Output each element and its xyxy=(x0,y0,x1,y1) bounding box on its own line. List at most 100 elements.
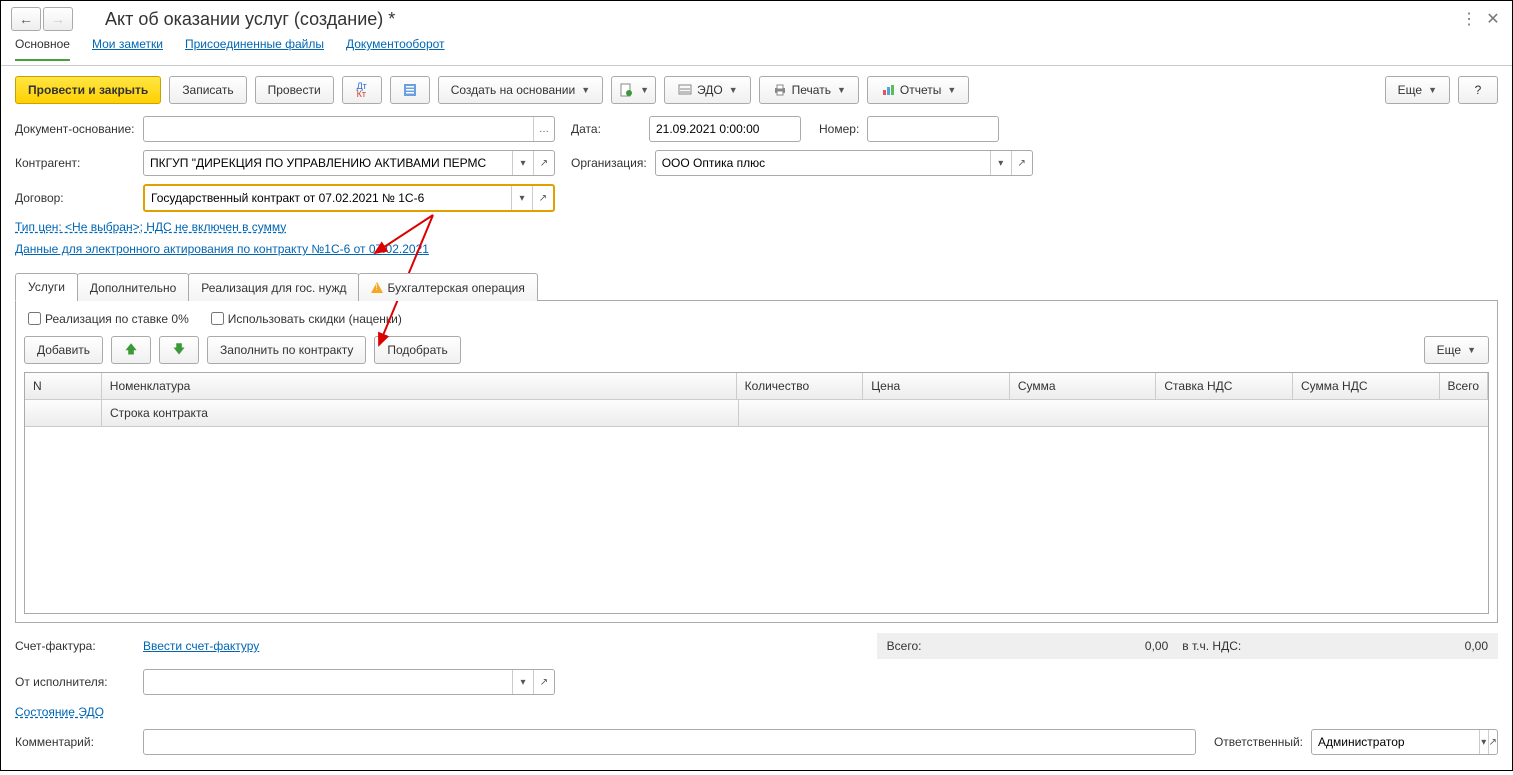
edo-state-link[interactable]: Состояние ЭДО xyxy=(15,705,104,719)
chevron-down-icon[interactable]: ▾ xyxy=(512,151,533,175)
page-title: Акт об оказании услуг (создание) * xyxy=(105,9,1454,30)
reports-button[interactable]: Отчеты▼ xyxy=(867,76,969,104)
chevron-down-icon[interactable]: ▾ xyxy=(512,670,533,694)
fill-by-contract-button[interactable]: Заполнить по контракту xyxy=(207,336,366,364)
subnav-docflow[interactable]: Документооборот xyxy=(346,37,445,61)
price-type-link[interactable]: Тип цен: <Не выбран>; НДС не включен в с… xyxy=(15,220,286,234)
warning-icon xyxy=(371,282,383,293)
more-button[interactable]: Еще▼ xyxy=(1385,76,1450,104)
services-grid[interactable]: N Номенклатура Количество Цена Сумма Ста… xyxy=(24,372,1489,614)
zero-rate-checkbox[interactable]: Реализация по ставке 0% xyxy=(24,309,189,328)
edo-button[interactable]: ЭДО▼ xyxy=(664,76,751,104)
list-icon-button[interactable] xyxy=(390,76,430,104)
open-icon[interactable]: ↗ xyxy=(533,670,554,694)
col-n[interactable]: N xyxy=(25,373,102,400)
comment-field[interactable] xyxy=(144,731,1195,753)
sf-link[interactable]: Ввести счет-фактуру xyxy=(143,639,259,653)
doc-base-input[interactable]: … xyxy=(143,116,555,142)
actirovanie-link[interactable]: Данные для электронного актирования по к… xyxy=(15,242,429,256)
post-button[interactable]: Провести xyxy=(255,76,334,104)
col-contract-line[interactable]: Строка контракта xyxy=(102,400,739,426)
date-field[interactable] xyxy=(650,118,801,140)
org-field[interactable] xyxy=(656,152,990,174)
nav-back-button[interactable]: ← xyxy=(11,7,41,31)
sub-nav: Основное Мои заметки Присоединенные файл… xyxy=(1,37,1512,66)
help-button[interactable]: ? xyxy=(1458,76,1498,104)
grid-subheader: Строка контракта xyxy=(25,400,1488,427)
kebab-icon[interactable]: ⋮ xyxy=(1460,10,1478,28)
num-label: Номер: xyxy=(819,122,859,136)
doc-base-field[interactable] xyxy=(144,118,533,140)
open-icon[interactable]: ↗ xyxy=(532,186,553,210)
pick-button[interactable]: Подобрать xyxy=(374,336,460,364)
col-total[interactable]: Всего xyxy=(1440,373,1488,400)
discounts-checkbox[interactable]: Использовать скидки (наценки) xyxy=(207,309,402,328)
open-icon[interactable]: ↗ xyxy=(1488,730,1497,754)
move-up-button[interactable]: 🡅 xyxy=(111,336,151,364)
date-input[interactable]: 📅 xyxy=(649,116,801,142)
edo-label: ЭДО xyxy=(697,83,723,97)
tab-services[interactable]: Услуги xyxy=(15,273,78,301)
total-label: Всего: xyxy=(887,639,922,653)
more-label: Еще xyxy=(1398,83,1422,97)
counterparty-field[interactable] xyxy=(144,152,512,174)
chevron-down-icon[interactable]: ▾ xyxy=(1479,730,1488,754)
totals-bar: Всего: 0,00 в т.ч. НДС: 0,00 xyxy=(877,633,1498,659)
tab-extra[interactable]: Дополнительно xyxy=(77,273,189,301)
tab-buh[interactable]: Бухгалтерская операция xyxy=(358,273,537,301)
panel-more-label: Еще xyxy=(1437,343,1461,357)
subnav-main[interactable]: Основное xyxy=(15,37,70,61)
subnav-notes[interactable]: Мои заметки xyxy=(92,37,163,61)
total-value: 0,00 xyxy=(1145,639,1168,653)
save-button[interactable]: Записать xyxy=(169,76,246,104)
discounts-label: Использовать скидки (наценки) xyxy=(228,312,402,326)
dtkt-icon-button[interactable]: ДтКт xyxy=(342,76,382,104)
print-label: Печать xyxy=(792,83,831,97)
form-area: Документ-основание: … Дата: 📅 Номер: Кон… xyxy=(1,114,1512,266)
create-based-button[interactable]: Создать на основании▼ xyxy=(438,76,603,104)
nav-forward-button[interactable]: → xyxy=(43,7,73,31)
grid-body[interactable] xyxy=(25,427,1488,613)
add-button[interactable]: Добавить xyxy=(24,336,103,364)
resp-label: Ответственный: xyxy=(1214,735,1303,749)
window-header: ← → Акт об оказании услуг (создание) * ⋮… xyxy=(1,1,1512,37)
resp-field[interactable] xyxy=(1312,731,1479,753)
tab-gos[interactable]: Реализация для гос. нужд xyxy=(188,273,359,301)
counterparty-input[interactable]: ▾↗ xyxy=(143,150,555,176)
col-qty[interactable]: Количество xyxy=(737,373,864,400)
num-input[interactable] xyxy=(867,116,999,142)
panel-more-button[interactable]: Еще▼ xyxy=(1424,336,1489,364)
comment-input[interactable] xyxy=(143,729,1196,755)
open-icon[interactable]: ↗ xyxy=(1011,151,1032,175)
col-vatrate[interactable]: Ставка НДС xyxy=(1156,373,1293,400)
contract-label: Договор: xyxy=(15,191,135,205)
print-button[interactable]: Печать▼ xyxy=(759,76,859,104)
subnav-files[interactable]: Присоединенные файлы xyxy=(185,37,324,61)
doc-base-more-icon[interactable]: … xyxy=(533,117,554,141)
move-down-button[interactable]: 🡇 xyxy=(159,336,199,364)
grid-header: N Номенклатура Количество Цена Сумма Ста… xyxy=(25,373,1488,400)
col-price[interactable]: Цена xyxy=(863,373,1010,400)
reports-label: Отчеты xyxy=(900,83,941,97)
from-field[interactable] xyxy=(144,671,512,693)
open-icon[interactable]: ↗ xyxy=(533,151,554,175)
chevron-down-icon[interactable]: ▾ xyxy=(990,151,1011,175)
col-vatsum[interactable]: Сумма НДС xyxy=(1293,373,1440,400)
footer: Счет-фактура: Ввести счет-фактуру Всего:… xyxy=(1,623,1512,775)
col-nomenclature[interactable]: Номенклатура xyxy=(102,373,737,400)
vat-label: в т.ч. НДС: xyxy=(1182,639,1241,653)
org-input[interactable]: ▾↗ xyxy=(655,150,1033,176)
counterparty-label: Контрагент: xyxy=(15,156,135,170)
resp-input[interactable]: ▾↗ xyxy=(1311,729,1498,755)
contract-field[interactable] xyxy=(145,187,511,209)
post-close-button[interactable]: Провести и закрыть xyxy=(15,76,161,104)
attach-icon-button[interactable]: ▼ xyxy=(611,76,656,104)
contract-input[interactable]: ▾↗ xyxy=(143,184,555,212)
from-input[interactable]: ▾↗ xyxy=(143,669,555,695)
org-label: Организация: xyxy=(571,156,647,170)
num-field[interactable] xyxy=(868,118,999,140)
chevron-down-icon[interactable]: ▾ xyxy=(511,186,532,210)
close-icon[interactable]: ✕ xyxy=(1484,10,1502,28)
vat-value: 0,00 xyxy=(1465,639,1488,653)
col-sum[interactable]: Сумма xyxy=(1010,373,1157,400)
